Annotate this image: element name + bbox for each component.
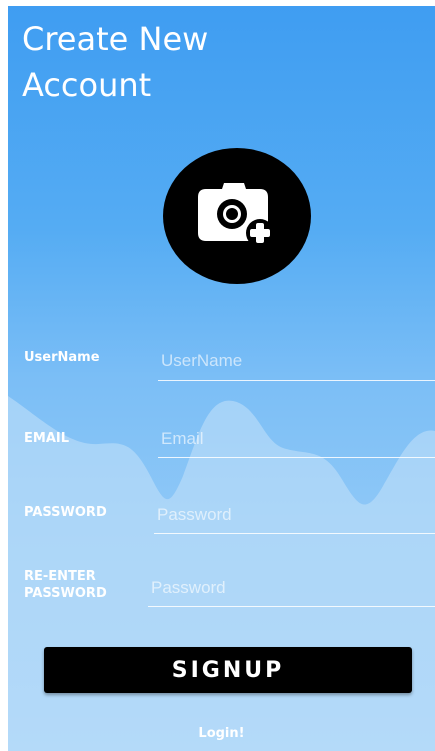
password-label: PASSWORD — [24, 505, 107, 520]
reenter-password-label-line-1: RE-ENTER — [24, 569, 96, 584]
title-line-2: Account — [22, 66, 152, 104]
login-link[interactable]: Login! — [8, 726, 435, 741]
signup-button[interactable]: SIGNUP — [44, 647, 412, 693]
username-label: UserName — [24, 350, 100, 365]
page-title: Create New Account — [22, 16, 208, 108]
username-input[interactable] — [158, 348, 435, 381]
title-line-1: Create New — [22, 20, 209, 58]
password-input[interactable] — [154, 503, 435, 534]
email-label: EMAIL — [24, 431, 69, 446]
profile-photo-button[interactable] — [163, 148, 311, 284]
signup-screen: Create New Account UserName EMAIL PASSWO… — [8, 6, 435, 751]
email-input[interactable] — [158, 427, 435, 458]
reenter-password-label-line-2: PASSWORD — [24, 586, 107, 601]
reenter-password-input[interactable] — [148, 576, 435, 607]
camera-add-icon — [198, 183, 274, 247]
reenter-password-label: RE-ENTER PASSWORD — [24, 568, 107, 602]
